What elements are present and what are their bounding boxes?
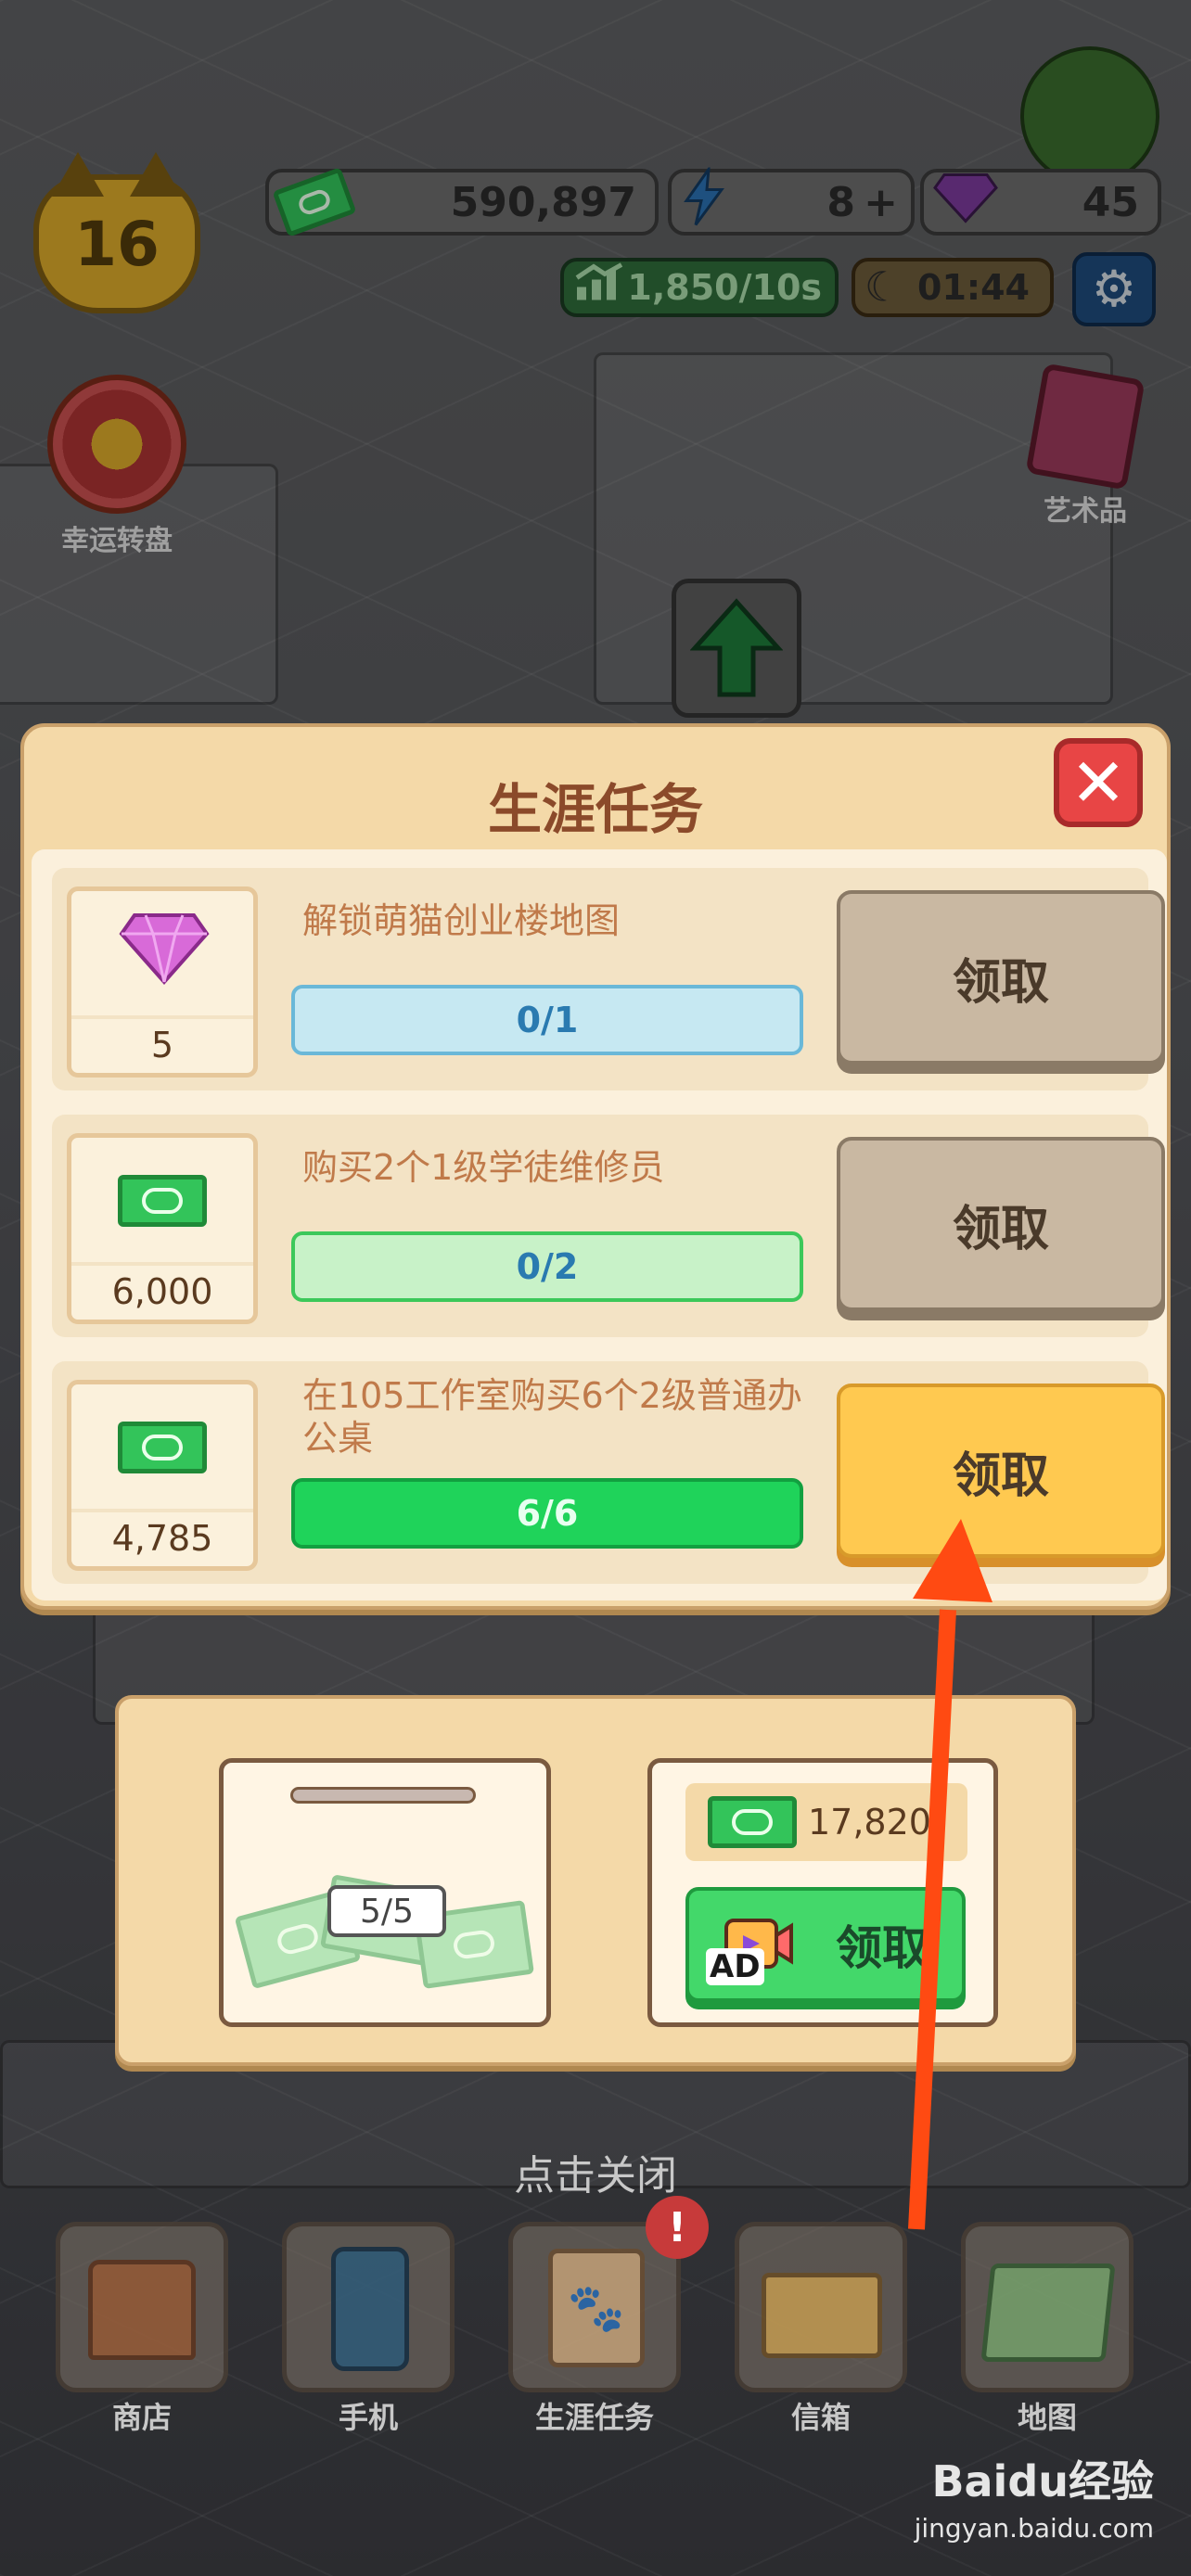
player-level: 16 <box>74 208 160 280</box>
annotation-arrow <box>908 1519 992 2230</box>
watermark-url: jingyan.baidu.com <box>914 2513 1154 2544</box>
watermark-brand: Baidu经验 <box>931 2456 1154 2506</box>
